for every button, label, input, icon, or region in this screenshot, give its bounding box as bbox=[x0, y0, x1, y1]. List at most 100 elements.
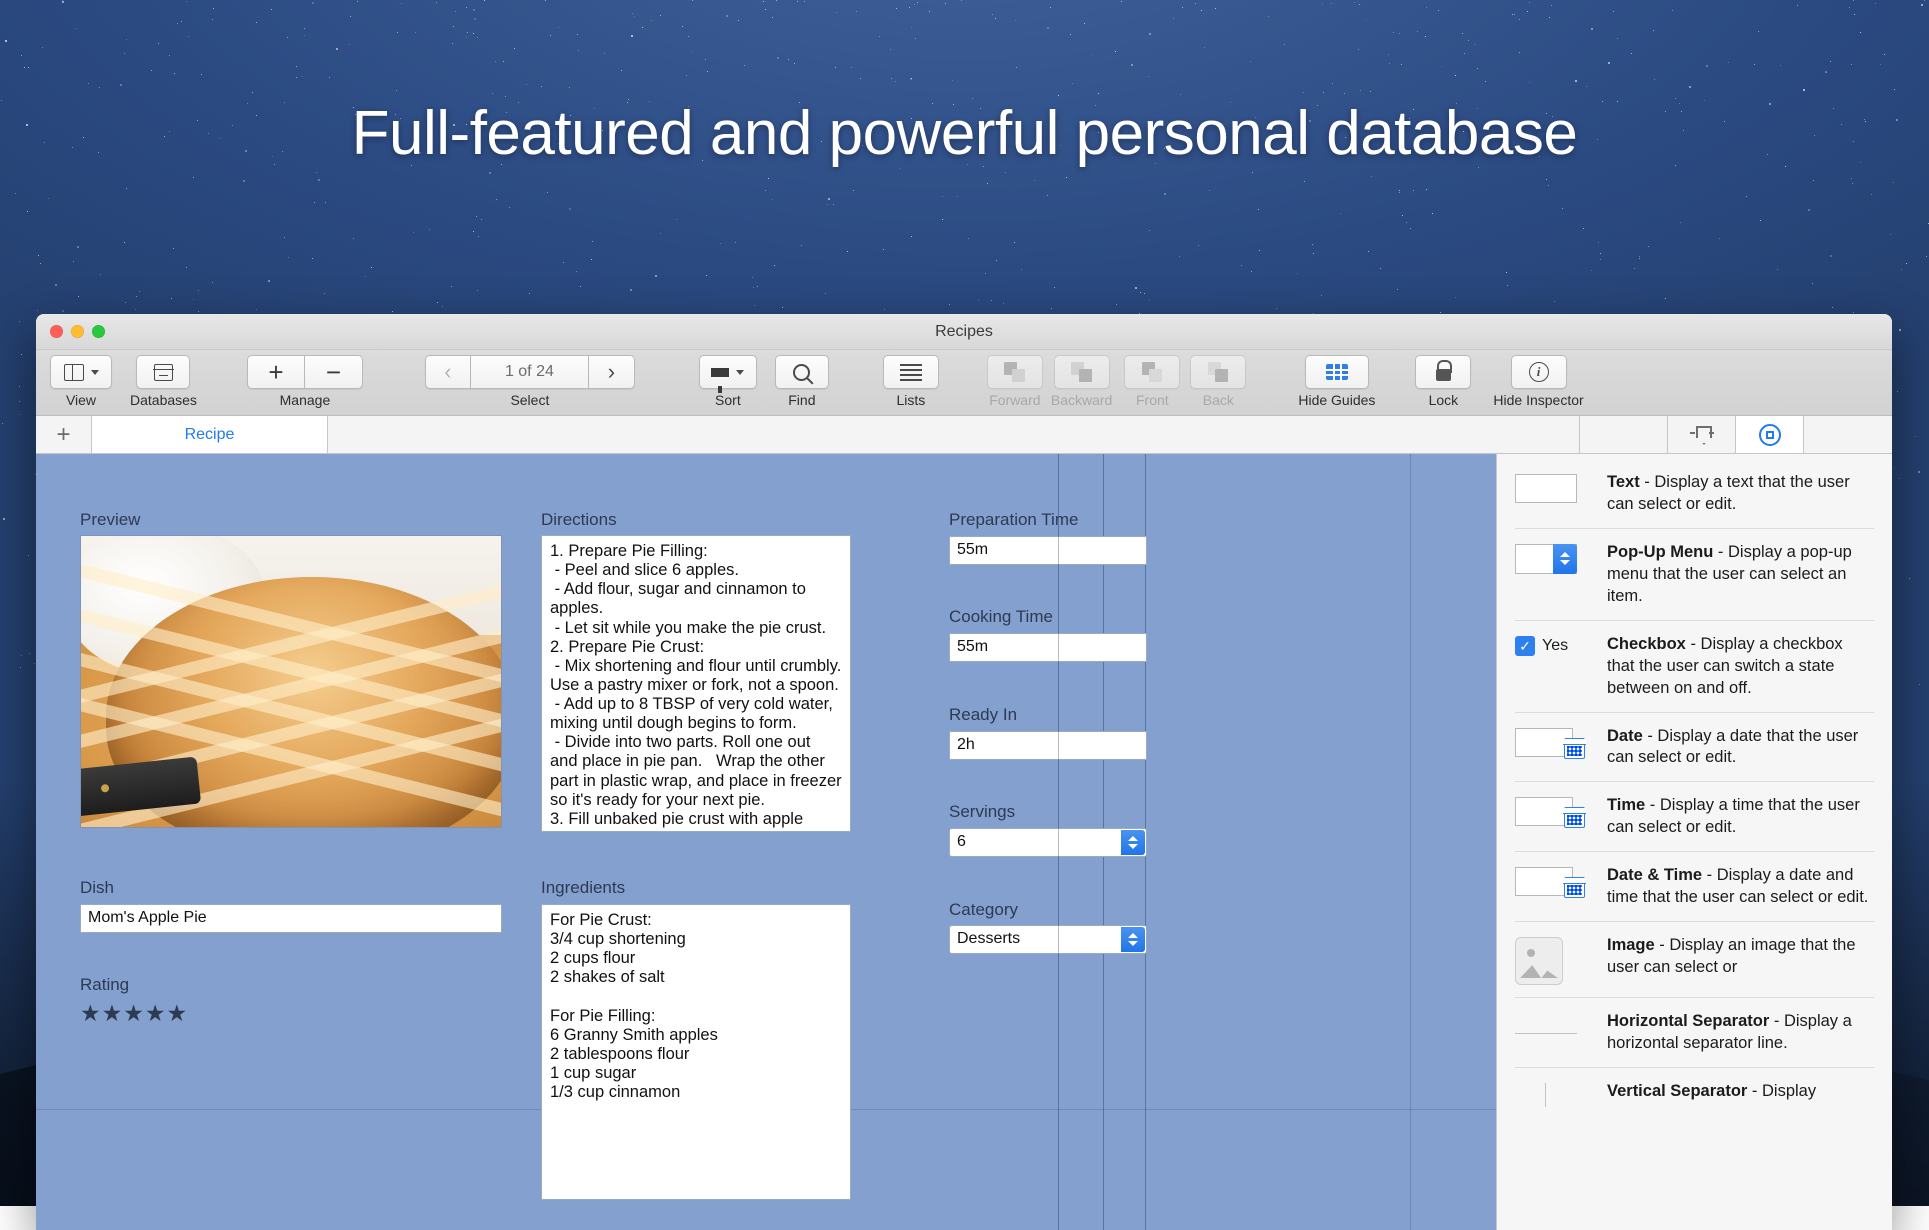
inspector-item-vertical-separator[interactable]: Vertical Separator - Display bbox=[1515, 1068, 1874, 1119]
vertical-guide bbox=[1410, 454, 1411, 1230]
inspector-item-name: Pop-Up Menu bbox=[1607, 543, 1713, 561]
toolbar-group-back: Back bbox=[1190, 350, 1246, 408]
servings-stepper[interactable] bbox=[1121, 830, 1145, 855]
toolbar: View Databases + − Manage bbox=[36, 350, 1892, 416]
search-icon bbox=[793, 364, 810, 381]
inspector-item-description: Image - Display an image that the user c… bbox=[1607, 935, 1874, 979]
inspector-item-horizontal-separator[interactable]: Horizontal Separator - Display a horizon… bbox=[1515, 998, 1874, 1068]
lock-label: Lock bbox=[1429, 392, 1459, 408]
cooking-time-label: Cooking Time bbox=[949, 607, 1053, 627]
hide-inspector-button[interactable]: i bbox=[1511, 355, 1567, 389]
inspector-item-time[interactable]: Time - Display a time that the user can … bbox=[1515, 782, 1874, 852]
preparation-time-field[interactable]: 55m bbox=[949, 536, 1147, 565]
inspector-item-name: Checkbox bbox=[1607, 635, 1686, 653]
chevron-right-icon: › bbox=[608, 361, 615, 383]
inspector-item-image[interactable]: Image - Display an image that the user c… bbox=[1515, 922, 1874, 998]
databases-label: Databases bbox=[130, 392, 197, 408]
view-button[interactable] bbox=[50, 355, 112, 389]
sort-button[interactable] bbox=[699, 355, 757, 389]
inspector-item-desc: - Display a date that the user can selec… bbox=[1607, 727, 1858, 767]
inspector-item-description: Date & Time - Display a date and time th… bbox=[1607, 865, 1874, 909]
toolbar-group-front: Front bbox=[1124, 350, 1180, 408]
toolbar-group-sort: Sort bbox=[699, 350, 757, 408]
bring-to-front-icon bbox=[1141, 362, 1163, 382]
text-field-icon bbox=[1515, 472, 1593, 503]
field-divider bbox=[1058, 731, 1059, 760]
ready-in-field[interactable]: 2h bbox=[949, 731, 1147, 760]
inspector-item-popup-menu[interactable]: Pop-Up Menu - Display a pop-up menu that… bbox=[1515, 529, 1874, 621]
cooking-time-field[interactable]: 55m bbox=[949, 633, 1147, 662]
object-tool-button[interactable] bbox=[1736, 416, 1804, 453]
inspector-item-desc: - Display a text that the user can selec… bbox=[1607, 473, 1850, 513]
checkbox-label: Yes bbox=[1542, 637, 1568, 655]
record-counter-text: 1 of 24 bbox=[471, 363, 588, 381]
sort-label: Sort bbox=[715, 392, 741, 408]
forward-button[interactable] bbox=[987, 355, 1043, 389]
page-title: Full-featured and powerful personal data… bbox=[0, 98, 1929, 169]
forward-label: Forward bbox=[989, 392, 1040, 408]
inspector-item-description: Pop-Up Menu - Display a pop-up menu that… bbox=[1607, 542, 1874, 608]
backward-button[interactable] bbox=[1054, 355, 1110, 389]
inspector-item-text[interactable]: Text - Display a text that the user can … bbox=[1515, 454, 1874, 529]
inspector-item-description: Time - Display a time that the user can … bbox=[1607, 795, 1874, 839]
hide-inspector-label: Hide Inspector bbox=[1493, 392, 1583, 408]
inspector-item-description: Vertical Separator - Display bbox=[1607, 1081, 1816, 1103]
find-button[interactable] bbox=[775, 355, 829, 389]
window-body: Preview bbox=[36, 454, 1892, 1230]
inspector-item-date-time[interactable]: Date & Time - Display a date and time th… bbox=[1515, 852, 1874, 922]
tab-bar: + Recipe bbox=[36, 416, 1892, 454]
pin-tool-button[interactable] bbox=[1668, 416, 1736, 453]
dish-field[interactable]: Mom's Apple Pie bbox=[80, 904, 502, 933]
add-tab-button[interactable]: + bbox=[36, 416, 92, 453]
vertical-separator-icon bbox=[1515, 1081, 1593, 1107]
inspector-item-name: Date bbox=[1607, 727, 1643, 745]
send-back-button[interactable] bbox=[1190, 355, 1246, 389]
servings-label: Servings bbox=[949, 802, 1015, 822]
inspector-item-name: Text bbox=[1607, 473, 1640, 491]
toolbar-group-manage: + − Manage bbox=[247, 350, 363, 408]
directions-field[interactable]: 1. Prepare Pie Filling: - Peel and slice… bbox=[541, 535, 851, 832]
hide-guides-button[interactable] bbox=[1305, 355, 1369, 389]
category-stepper[interactable] bbox=[1121, 927, 1145, 952]
rating-label: Rating bbox=[80, 975, 129, 995]
inspector-item-date[interactable]: Date - Display a date that the user can … bbox=[1515, 713, 1874, 783]
tab-recipe[interactable]: Recipe bbox=[92, 416, 328, 453]
info-icon: i bbox=[1529, 362, 1549, 382]
inspector-item-description: Text - Display a text that the user can … bbox=[1607, 472, 1874, 516]
minus-icon: − bbox=[326, 359, 341, 385]
remove-record-button[interactable]: − bbox=[305, 355, 363, 389]
dish-label: Dish bbox=[80, 878, 114, 898]
chevron-left-icon: ‹ bbox=[444, 361, 451, 383]
lists-button[interactable] bbox=[883, 355, 939, 389]
toolbar-group-lists: Lists bbox=[883, 350, 939, 408]
lock-button[interactable] bbox=[1415, 355, 1471, 389]
preview-label: Preview bbox=[80, 510, 140, 530]
directions-label: Directions bbox=[541, 510, 617, 530]
databases-button[interactable] bbox=[136, 355, 190, 389]
field-divider bbox=[1058, 828, 1059, 857]
previous-record-button[interactable]: ‹ bbox=[425, 355, 471, 389]
back-label: Back bbox=[1203, 392, 1234, 408]
app-window: Recipes View Databases + bbox=[36, 314, 1892, 1230]
plus-icon: + bbox=[268, 359, 283, 385]
category-popup[interactable]: Desserts bbox=[949, 925, 1147, 954]
add-record-button[interactable]: + bbox=[247, 355, 305, 389]
servings-field[interactable]: 6 bbox=[949, 828, 1147, 857]
guides-icon bbox=[1326, 364, 1348, 380]
next-record-button[interactable]: › bbox=[589, 355, 635, 389]
tab-empty-area bbox=[328, 416, 1580, 453]
image-placeholder-icon bbox=[1515, 935, 1593, 985]
rating-stars[interactable]: ★★★★★ bbox=[80, 1000, 188, 1027]
bring-front-button[interactable] bbox=[1124, 355, 1180, 389]
toolbar-group-databases: Databases bbox=[130, 350, 197, 408]
date-time-field-icon bbox=[1515, 865, 1593, 896]
ingredients-field[interactable]: For Pie Crust: 3/4 cup shortening 2 cups… bbox=[541, 904, 851, 1200]
object-inspector-icon bbox=[1759, 424, 1781, 446]
window-title: Recipes bbox=[36, 323, 1892, 341]
lock-open-icon bbox=[1436, 369, 1451, 381]
find-label: Find bbox=[788, 392, 815, 408]
form-canvas[interactable]: Preview bbox=[36, 454, 1496, 1230]
inspector-item-checkbox[interactable]: ✓Yes Checkbox - Display a checkbox that … bbox=[1515, 621, 1874, 713]
send-to-back-icon bbox=[1207, 362, 1229, 382]
preview-image[interactable] bbox=[80, 535, 502, 828]
